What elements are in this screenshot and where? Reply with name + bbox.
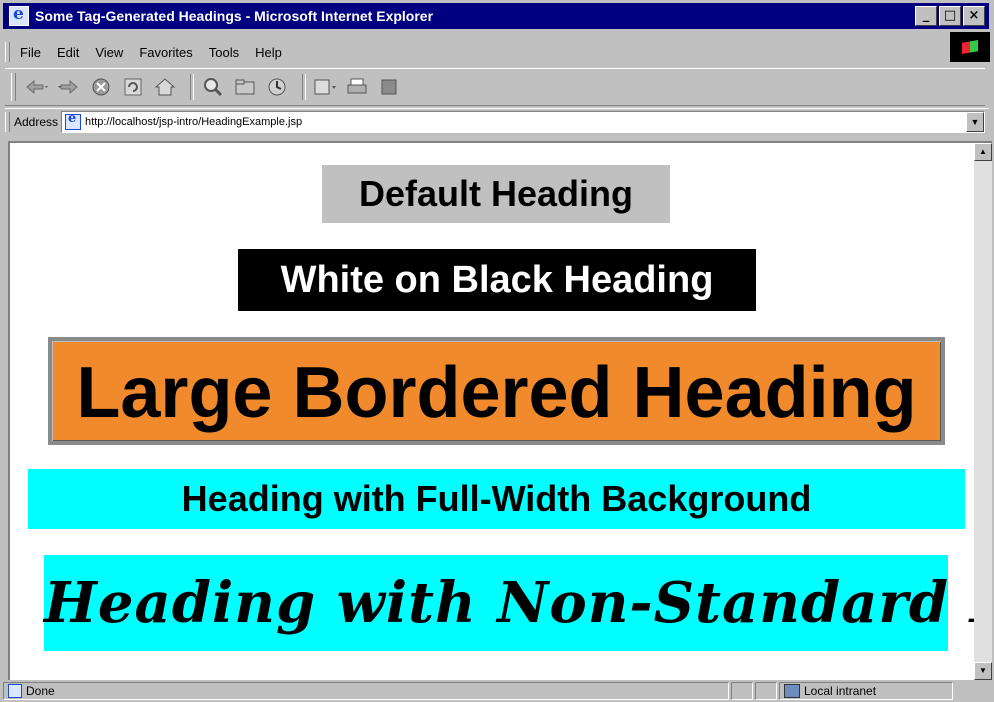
edit-icon[interactable] xyxy=(376,74,402,100)
history-icon[interactable] xyxy=(264,74,290,100)
page-icon xyxy=(65,111,82,130)
address-label: Address xyxy=(14,115,59,129)
white-on-black-heading: White on Black Heading xyxy=(238,249,756,311)
intranet-icon xyxy=(784,684,800,698)
address-bar: Address http://localhost/jsp-intro/Headi… xyxy=(5,108,989,135)
title-bar: Some Tag-Generated Headings - Microsoft … xyxy=(3,3,989,29)
search-icon[interactable] xyxy=(200,74,226,100)
page-done-icon xyxy=(8,684,22,698)
menu-edit[interactable]: Edit xyxy=(57,45,79,60)
menu-help[interactable]: Help xyxy=(255,45,282,60)
full-width-heading: Heading with Full-Width Background xyxy=(28,469,965,529)
scroll-down-icon[interactable]: ▼ xyxy=(974,662,992,680)
print-icon[interactable] xyxy=(344,74,370,100)
menu-favorites[interactable]: Favorites xyxy=(139,45,192,60)
toolbar-separator xyxy=(302,74,306,100)
menu-grip[interactable] xyxy=(5,42,10,62)
status-main: Done xyxy=(3,682,729,700)
window-controls: _ □ × xyxy=(915,6,985,26)
status-text: Done xyxy=(26,684,55,698)
ie-icon xyxy=(9,4,29,26)
menu-bar: File Edit View Favorites Tools Help xyxy=(5,40,298,64)
menu-file[interactable]: File xyxy=(20,45,41,60)
vertical-scrollbar[interactable]: ▲ ▼ xyxy=(974,143,992,680)
home-icon[interactable] xyxy=(152,74,178,100)
menu-view[interactable]: View xyxy=(95,45,123,60)
status-bar: Done Local intranet xyxy=(3,682,991,700)
window-title: Some Tag-Generated Headings - Microsoft … xyxy=(35,8,434,24)
refresh-icon[interactable] xyxy=(120,74,146,100)
toolbar-separator xyxy=(190,74,194,100)
default-heading: Default Heading xyxy=(322,165,670,223)
address-grip[interactable] xyxy=(5,112,10,132)
toolbar-grip[interactable] xyxy=(11,73,16,101)
maximize-button[interactable]: □ xyxy=(939,6,961,26)
page-content: Default Heading White on Black Heading L… xyxy=(10,143,992,680)
minimize-button[interactable]: _ xyxy=(915,6,937,26)
address-url[interactable]: http://localhost/jsp-intro/HeadingExampl… xyxy=(85,116,302,128)
back-icon[interactable] xyxy=(24,74,50,100)
page-viewport: Default Heading White on Black Heading L… xyxy=(8,141,992,680)
status-cell xyxy=(755,682,777,700)
mail-icon[interactable] xyxy=(312,74,338,100)
close-button[interactable]: × xyxy=(963,6,985,26)
menu-tools[interactable]: Tools xyxy=(209,45,239,60)
status-cell xyxy=(731,682,753,700)
address-input[interactable]: http://localhost/jsp-intro/HeadingExampl… xyxy=(61,111,985,133)
non-standard-font-heading: Heading with Non-Standard Font xyxy=(44,555,992,651)
scroll-up-icon[interactable]: ▲ xyxy=(974,143,992,161)
security-zone: Local intranet xyxy=(779,682,953,700)
chevron-down-icon[interactable]: ▼ xyxy=(966,112,984,132)
browser-window: Some Tag-Generated Headings - Microsoft … xyxy=(0,0,994,702)
windows-logo-throbber xyxy=(950,32,990,62)
forward-icon[interactable] xyxy=(56,74,82,100)
stop-icon[interactable] xyxy=(88,74,114,100)
standard-toolbar xyxy=(5,68,985,106)
favorites-icon[interactable] xyxy=(232,74,258,100)
zone-text: Local intranet xyxy=(804,684,877,698)
large-bordered-heading: Large Bordered Heading xyxy=(48,337,945,445)
